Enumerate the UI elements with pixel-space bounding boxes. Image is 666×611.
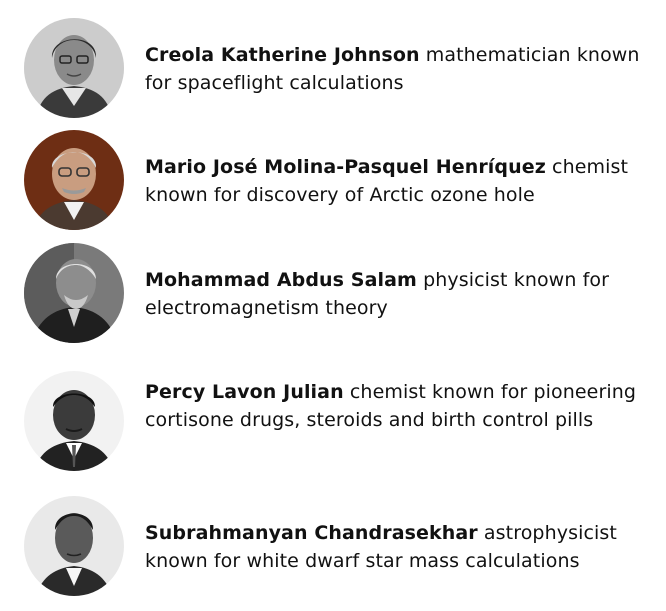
person-text: Subrahmanyan Chandrasekhar astrophysicis… (145, 519, 645, 575)
portrait-photo-icon (24, 243, 124, 343)
portrait-photo-icon (24, 371, 124, 471)
person-name: Mario José Molina-Pasquel Henríquez (145, 156, 546, 178)
portrait-photo-icon (24, 496, 124, 596)
person-text: Mario José Molina-Pasquel Henríquez chem… (145, 153, 645, 209)
person-text: Mohammad Abdus Salam physicist known for… (145, 266, 645, 322)
person-name: Mohammad Abdus Salam (145, 269, 417, 291)
person-name: Subrahmanyan Chandrasekhar (145, 522, 478, 544)
avatar (24, 130, 124, 230)
avatar (24, 496, 124, 596)
person-text: Creola Katherine Johnson mathematician k… (145, 41, 645, 97)
person-name: Percy Lavon Julian (145, 381, 344, 403)
avatar (24, 243, 124, 343)
person-name: Creola Katherine Johnson (145, 44, 420, 66)
avatar (24, 18, 124, 118)
portrait-photo-icon (24, 130, 124, 230)
avatar (24, 371, 124, 471)
person-text: Percy Lavon Julian chemist known for pio… (145, 378, 645, 434)
portrait-photo-icon (24, 18, 124, 118)
